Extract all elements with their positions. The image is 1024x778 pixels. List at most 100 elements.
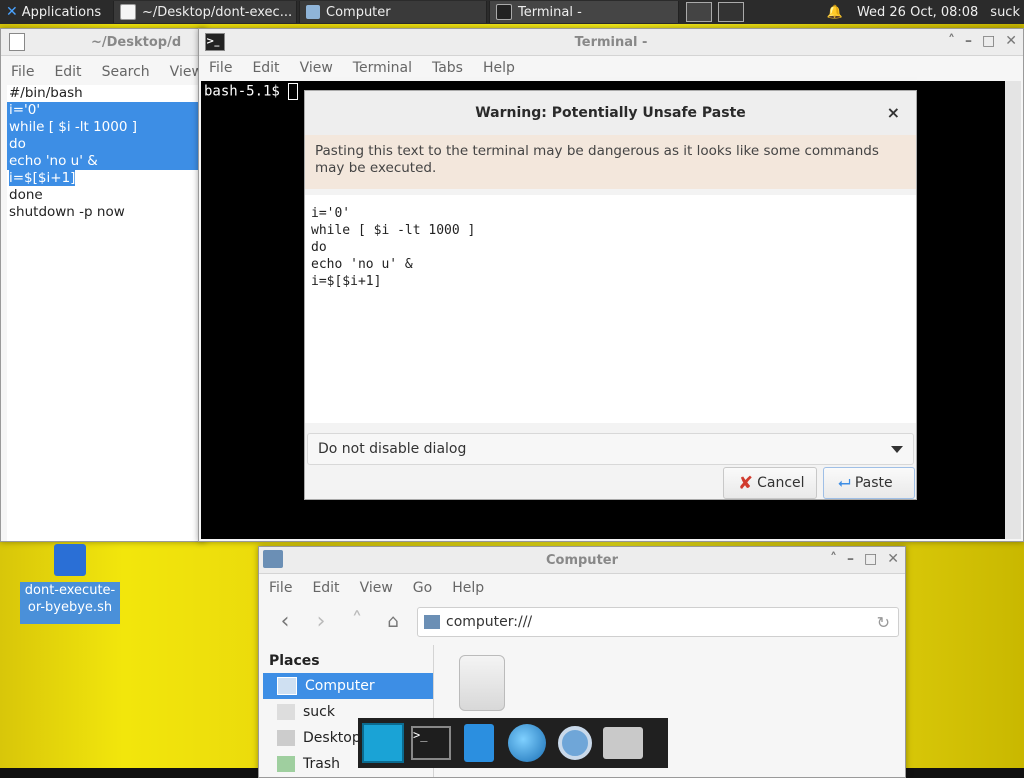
workspace-switcher[interactable] (680, 0, 764, 24)
folder-icon[interactable] (602, 722, 644, 764)
dialog-title: Warning: Potentially Unsafe Paste (475, 105, 746, 121)
terminal-title: Terminal - (574, 34, 648, 50)
chevron-down-icon (891, 446, 903, 453)
desktop-file-label: dont-execute- or-byebye.sh (20, 582, 120, 624)
show-desktop-icon[interactable] (362, 722, 404, 764)
dialog-titlebar[interactable]: Warning: Potentially Unsafe Paste × (305, 91, 916, 135)
computer-icon (306, 5, 320, 19)
code-line: shutdown -p now (9, 204, 125, 220)
code-line-selected: while [ $i -lt 1000 ] (7, 119, 205, 136)
file-manager-titlebar[interactable]: Computer ˄ – □ ✕ (259, 547, 905, 574)
task-terminal[interactable]: Terminal - (489, 1, 679, 23)
fm-menu-file[interactable]: File (259, 580, 302, 596)
clock[interactable]: Wed 26 Oct, 08:08 (857, 5, 978, 20)
code-line-selected-partial: i=$[$i+1] (9, 170, 76, 186)
disable-dialog-select[interactable]: Do not disable dialog (307, 433, 914, 465)
maximize-up-icon[interactable]: ˄ (948, 33, 955, 49)
top-panel: ✕ Applications ~/Desktop/dont-exec... Co… (0, 0, 1024, 24)
web-browser-icon[interactable] (506, 722, 548, 764)
cancel-button[interactable]: ✘ Cancel (723, 467, 817, 499)
terminal-menu-terminal[interactable]: Terminal (343, 60, 422, 76)
terminal-icon (496, 4, 512, 20)
minimize-icon[interactable]: – (965, 33, 972, 49)
terminal-icon[interactable]: >_ (410, 722, 452, 764)
applications-menu-button[interactable]: ✕ Applications (0, 0, 112, 24)
paste-line: i=$[$i+1] (311, 274, 382, 289)
fm-menu-go[interactable]: Go (403, 580, 442, 596)
paste-line: i='0' (311, 206, 351, 221)
unsafe-paste-dialog: Warning: Potentially Unsafe Paste × Past… (304, 90, 917, 500)
location-bar[interactable]: computer:/// ↻ (417, 607, 899, 637)
task-editor[interactable]: ~/Desktop/dont-exec... (113, 1, 297, 23)
notification-bell-icon[interactable]: 🔔 (827, 5, 843, 20)
terminal-menubar: File Edit View Terminal Tabs Help (199, 56, 1023, 80)
forward-icon[interactable]: › (303, 606, 339, 636)
terminal-cursor (288, 83, 299, 100)
cancel-icon: ✘ (738, 472, 754, 494)
file-manager-title: Computer (545, 552, 619, 568)
text-editor-icon (120, 4, 136, 20)
location-text: computer:/// (446, 614, 533, 630)
disable-dialog-select-value: Do not disable dialog (318, 441, 467, 457)
terminal-scrollbar[interactable] (1005, 81, 1021, 539)
computer-icon (263, 550, 283, 568)
dock: >_ (358, 718, 668, 768)
terminal-menu-view[interactable]: View (290, 60, 343, 76)
file-manager-menubar: File Edit View Go Help (259, 576, 905, 600)
paste-line: while [ $i -lt 1000 ] (311, 223, 476, 238)
terminal-prompt: bash-5.1$ (204, 83, 280, 100)
maximize-icon[interactable]: □ (982, 33, 995, 49)
editor-text-area[interactable]: #/bin/bash i='0' while [ $i -lt 1000 ] d… (7, 85, 205, 541)
workspace-1-icon[interactable] (686, 2, 712, 22)
paste-icon: ⮠ (838, 473, 851, 492)
desktop-folder-icon (277, 730, 295, 746)
terminal-app-icon: >_ (205, 33, 225, 51)
drive-icon[interactable] (459, 655, 505, 711)
trash-icon (277, 756, 295, 772)
home-icon (277, 704, 295, 720)
close-icon[interactable]: ✕ (1005, 33, 1017, 49)
sidebar-item-computer[interactable]: Computer (263, 673, 433, 699)
terminal-titlebar[interactable]: >_ Terminal - ˄ – □ ✕ (199, 29, 1023, 56)
up-icon[interactable]: ˄ (339, 606, 375, 636)
maximize-up-icon[interactable]: ˄ (830, 551, 837, 567)
fm-menu-edit[interactable]: Edit (302, 580, 349, 596)
dialog-close-icon[interactable]: × (887, 91, 900, 135)
editor-titlebar[interactable]: ~/Desktop/d (1, 29, 205, 56)
fm-menu-help[interactable]: Help (442, 580, 494, 596)
file-manager-toolbar: ‹ › ˄ ⌂ (267, 599, 411, 643)
terminal-menu-edit[interactable]: Edit (242, 60, 289, 76)
close-icon[interactable]: ✕ (887, 551, 899, 567)
task-computer[interactable]: Computer (299, 1, 487, 23)
user-menu[interactable]: suck (990, 5, 1020, 20)
code-line-selected: do (7, 136, 205, 153)
script-file-icon (54, 544, 86, 576)
code-line-selected: echo 'no u' & (7, 153, 205, 170)
dialog-warning-message: Pasting this text to the terminal may be… (305, 135, 916, 189)
back-icon[interactable]: ‹ (267, 606, 303, 636)
minimize-icon[interactable]: – (847, 551, 854, 567)
terminal-menu-tabs[interactable]: Tabs (422, 60, 473, 76)
code-line-selected: i='0' (7, 102, 205, 119)
editor-window: ~/Desktop/d File Edit Search View #/bin/… (0, 28, 206, 542)
paste-preview-text[interactable]: i='0' while [ $i -lt 1000 ] do echo 'no … (305, 195, 916, 423)
editor-app-icon (9, 33, 25, 51)
maximize-icon[interactable]: □ (864, 551, 877, 567)
file-cabinet-icon[interactable] (458, 722, 500, 764)
search-icon[interactable] (554, 722, 596, 764)
paste-button[interactable]: ⮠ Paste (823, 467, 915, 499)
desktop-file-icon[interactable]: dont-execute- or-byebye.sh (20, 540, 120, 624)
home-icon[interactable]: ⌂ (375, 606, 411, 636)
reload-icon[interactable]: ↻ (877, 613, 890, 632)
fm-menu-view[interactable]: View (350, 580, 403, 596)
paste-line: do (311, 240, 327, 255)
computer-icon (277, 677, 297, 695)
workspace-2-icon[interactable] (718, 2, 744, 22)
editor-menu-edit[interactable]: Edit (44, 64, 91, 80)
code-line: #/bin/bash (9, 85, 83, 101)
terminal-menu-file[interactable]: File (199, 60, 242, 76)
terminal-menu-help[interactable]: Help (473, 60, 525, 76)
places-header: Places (269, 653, 320, 669)
editor-menu-file[interactable]: File (1, 64, 44, 80)
editor-menu-search[interactable]: Search (92, 64, 160, 80)
